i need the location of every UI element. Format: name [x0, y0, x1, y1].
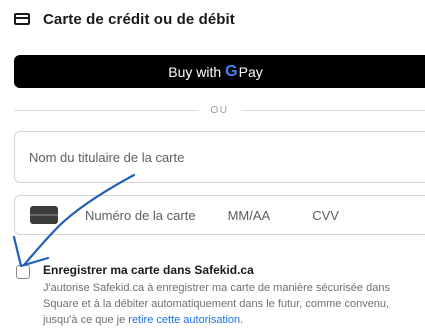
save-desc-line2: Square et à la débiter automatiquement d… [43, 298, 390, 310]
save-desc-line1: J'autorise Safekid.ca à enregistrer ma c… [43, 282, 390, 294]
or-divider: OU [14, 103, 425, 117]
or-label: OU [210, 104, 229, 116]
google-pay-text: Pay [238, 63, 263, 80]
card-cvv-input[interactable]: CVV [312, 208, 339, 223]
payment-method-header: Carte de crédit ou de débit [14, 9, 235, 29]
card-brand-icon [30, 206, 58, 224]
card-expiry-input[interactable]: MM/AA [228, 208, 271, 223]
google-pay-button[interactable]: Buy with G Pay [14, 55, 425, 88]
cardholder-name-field[interactable] [14, 131, 425, 183]
save-card-checkbox[interactable] [16, 265, 30, 279]
save-desc-line3-prefix: jusqu'à ce que je [43, 314, 126, 326]
save-card-description: J'autorise Safekid.ca à enregistrer ma c… [43, 280, 423, 328]
google-g-icon: G [225, 62, 238, 80]
save-card-title: Enregistrer ma carte dans Safekid.ca [43, 263, 254, 277]
arrow-head [12, 235, 50, 268]
card-number-input[interactable]: Numéro de la carte [85, 208, 196, 223]
save-desc-line3-suffix: . [240, 314, 244, 326]
cardholder-name-input[interactable] [27, 148, 425, 166]
divider-line-right [240, 109, 425, 111]
revoke-authorization-link[interactable]: retire cette autorisation [128, 314, 240, 326]
payment-method-title: Carte de crédit ou de débit [43, 10, 235, 28]
google-pay-label: Buy with [168, 63, 222, 80]
divider-line-left [14, 109, 199, 111]
card-details-field[interactable]: Numéro de la carte MM/AA CVV [14, 195, 425, 235]
credit-card-icon [14, 13, 30, 25]
